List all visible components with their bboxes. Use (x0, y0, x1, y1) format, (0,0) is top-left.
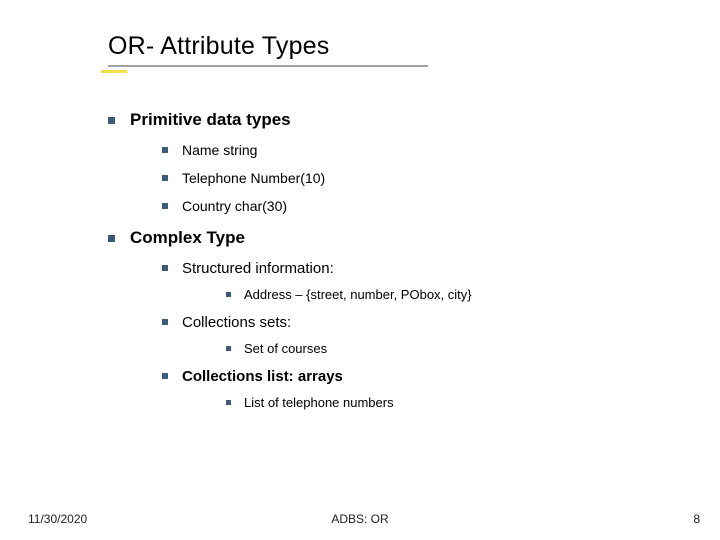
subsection-heading: Collections sets: (182, 314, 291, 331)
footer-page-number: 8 (693, 512, 700, 526)
subsection-collections-list: Collections list: arrays List of telepho… (160, 368, 658, 410)
list-item: Country char(30) (160, 198, 658, 214)
item-text: Country char(30) (182, 198, 287, 214)
section-heading: Primitive data types (130, 110, 291, 129)
slide: OR- Attribute Types Primitive data types… (0, 0, 720, 540)
subsection-heading: Structured information: (182, 260, 334, 277)
page-title: OR- Attribute Types (108, 32, 428, 61)
subsection-structured: Structured information: Address – {stree… (160, 260, 658, 302)
section-primitive: Primitive data types Name string Telepho… (108, 110, 658, 214)
list-item: Name string (160, 142, 658, 158)
item-text: List of telephone numbers (244, 395, 394, 410)
section-heading: Complex Type (130, 228, 245, 247)
item-text: Name string (182, 142, 257, 158)
item-text: Address – {street, number, PObox, city} (244, 287, 472, 302)
subsection-collections-sets: Collections sets: Set of courses (160, 314, 658, 356)
list-item: Set of courses (222, 341, 658, 356)
footer-center: ADBS: OR (0, 512, 720, 526)
body-content: Primitive data types Name string Telepho… (108, 110, 658, 424)
item-text: Set of courses (244, 341, 327, 356)
section-complex: Complex Type Structured information: Add… (108, 228, 658, 410)
list-item: Telephone Number(10) (160, 170, 658, 186)
title-underline (108, 65, 428, 67)
title-block: OR- Attribute Types (108, 32, 428, 67)
subsection-heading: Collections list: arrays (182, 368, 343, 385)
list-item: List of telephone numbers (222, 395, 658, 410)
item-text: Telephone Number(10) (182, 170, 325, 186)
list-item: Address – {street, number, PObox, city} (222, 287, 658, 302)
title-accent-bar (101, 70, 127, 73)
